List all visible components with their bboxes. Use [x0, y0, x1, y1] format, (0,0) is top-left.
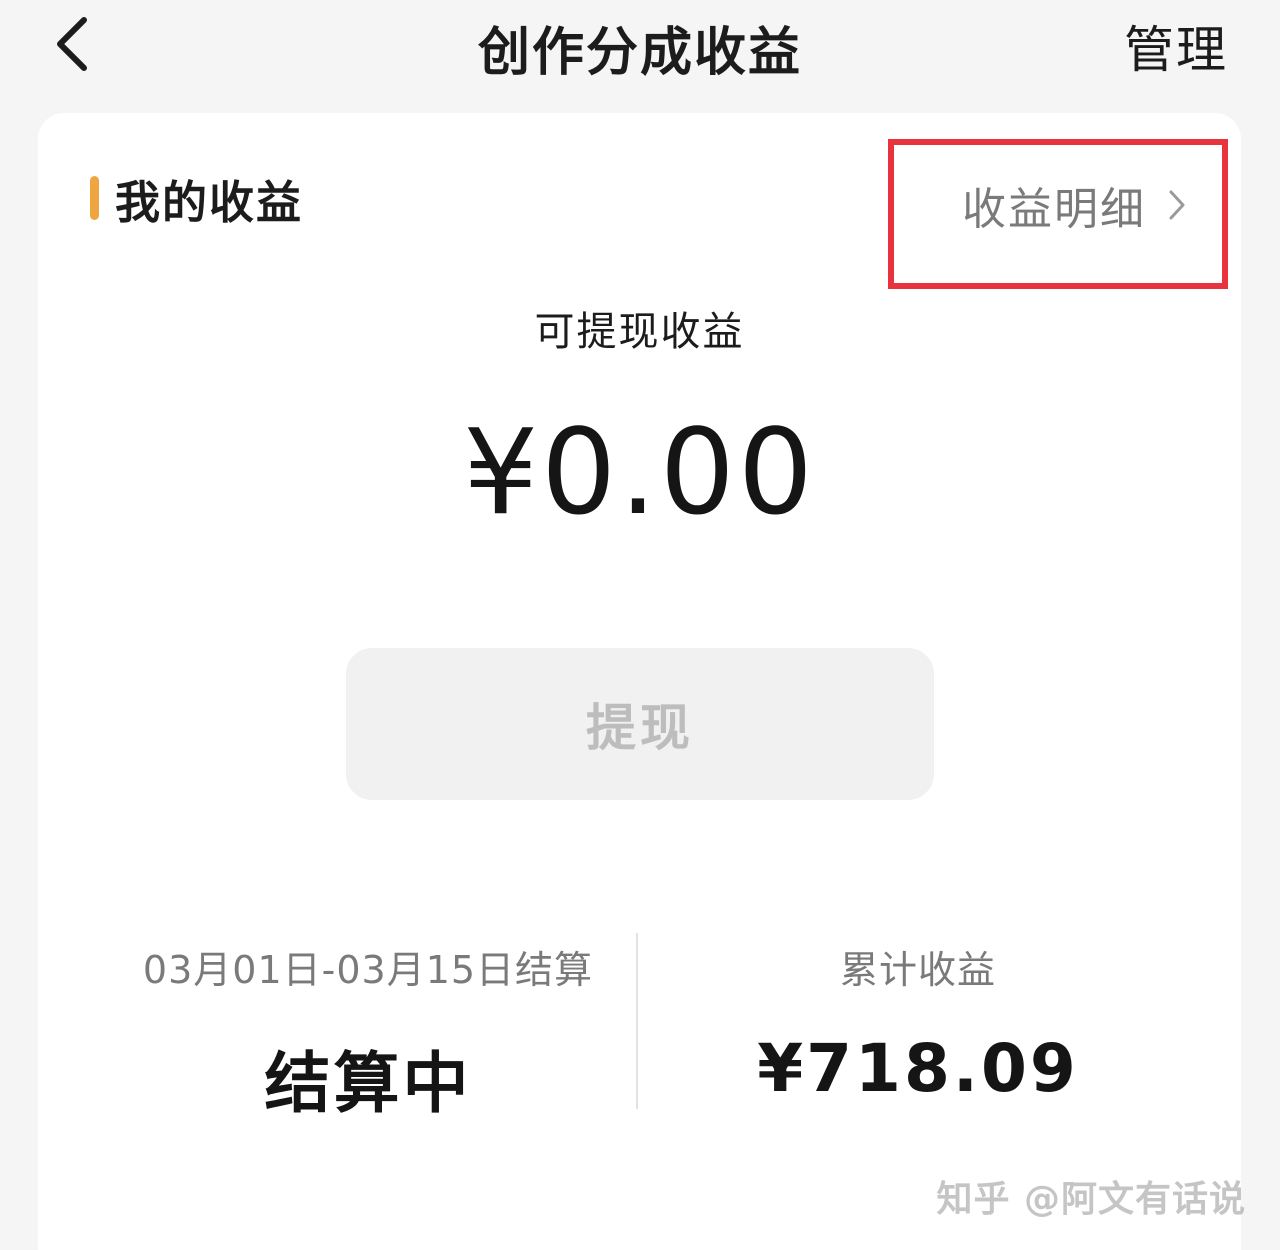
page-title: 创作分成收益	[477, 23, 802, 83]
section-title: 我的收益	[115, 175, 304, 229]
manage-button[interactable]: 管理	[1124, 10, 1228, 82]
earnings-card: 我的收益 收益明细 可提现收益 ¥0.00 提现 03月01日-03月15日结算…	[38, 113, 1241, 1250]
withdrawable-amount: ¥0.00	[463, 403, 816, 541]
earnings-stats: 03月01日-03月15日结算 结算中 累计收益 ¥718.09	[38, 933, 1241, 1122]
chevron-right-icon	[1168, 189, 1186, 221]
watermark: 知乎 @阿文有话说	[936, 1179, 1246, 1220]
total-earnings-amount: ¥718.09	[757, 1030, 1079, 1107]
withdrawable-label: 可提现收益	[534, 309, 745, 355]
top-bar: 创作分成收益 管理	[0, 0, 1280, 110]
total-earnings-label: 累计收益	[839, 948, 996, 992]
withdraw-button[interactable]: 提现	[346, 648, 934, 800]
accent-bar	[90, 176, 99, 220]
earnings-detail-label: 收益明细	[962, 184, 1146, 235]
earnings-detail-link[interactable]: 收益明细	[888, 139, 1228, 289]
settlement-status: 结算中	[264, 1045, 472, 1122]
stats-divider	[636, 933, 638, 1109]
section-header: 我的收益	[90, 173, 303, 229]
settlement-period-stat: 03月01日-03月15日结算 结算中	[98, 933, 638, 1122]
total-earnings-stat: 累计收益 ¥718.09	[658, 933, 1178, 1113]
settlement-period-label: 03月01日-03月15日结算	[142, 948, 594, 992]
